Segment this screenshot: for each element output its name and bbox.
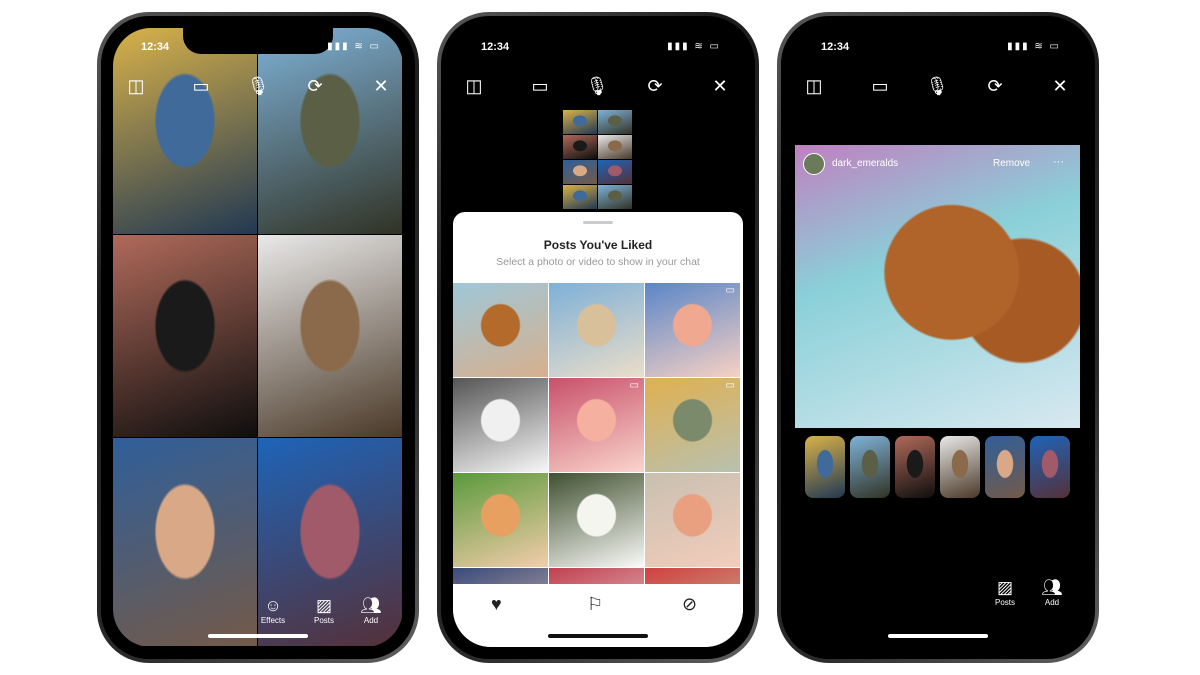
bookmark-icon[interactable]: ⚐ [587,594,603,615]
participant-video[interactable] [113,235,257,437]
phone-posts-picker: 12:34 ▮▮▮ ≋ ▭ ◫ ▭ 🎙︎ ⟳ ✕ Posts You've Li… [437,12,759,663]
layout-icon[interactable]: ◫ [461,73,487,99]
flip-camera-icon[interactable]: ⟳ [302,73,328,99]
video-icon: ▭ [629,380,639,391]
liked-post[interactable] [549,283,644,377]
video-icon[interactable]: ▭ [188,73,214,99]
phone-shared-post: 12:34 ▮▮▮ ≋ ▭ ◫ ▭ 🎙︎ ⟳ ✕ dark_emeralds R… [777,12,1099,663]
participant-thumbnail[interactable] [850,436,890,498]
participant-video[interactable] [563,185,597,209]
close-icon[interactable]: ✕ [368,73,394,99]
microphone-icon[interactable]: 🎙︎ [924,73,950,99]
home-indicator [208,634,308,638]
status-time: 12:34 [821,41,850,53]
phone-video-chat: 12:34 ▮▮▮ ≋ ▭ ◫ ▭ 🎙︎ ⟳ ✕ ☺ Effects ▨ Posts… [97,12,419,663]
participant-thumbnail[interactable] [895,436,935,498]
liked-post[interactable]: ▭ [645,283,740,377]
post-author-avatar [803,153,825,175]
liked-post[interactable] [453,283,548,377]
participant-video[interactable] [258,28,402,234]
liked-post[interactable] [453,473,548,567]
sheet-title: Posts You've Liked [543,238,653,252]
shared-post-image[interactable]: dark_emeralds Remove ··· [795,145,1080,428]
status-icons: ▮▮▮ ≋ ▭ [327,41,381,52]
participant-video[interactable] [563,160,597,184]
microphone-icon[interactable]: 🎙︎ [584,73,610,99]
compass-icon[interactable]: ⊘ [682,594,697,615]
participant-thumbnail[interactable] [1030,436,1070,498]
notch [523,28,673,54]
home-indicator [888,634,988,638]
add-button[interactable]: 👥︎ Add [349,596,393,625]
liked-post[interactable] [549,473,644,567]
video-icon: ▭ [725,380,735,391]
microphone-icon[interactable]: 🎙︎ [245,73,271,99]
participant-video[interactable] [563,110,597,134]
call-toolbar: ◫ ▭ 🎙︎ ⟳ ✕ [453,73,743,99]
posts-button[interactable]: ▨ Posts [302,596,346,625]
layout-icon[interactable]: ◫ [801,73,827,99]
notch [863,28,1013,54]
sheet-subtitle: Select a photo or video to show in your … [496,256,700,268]
liked-post[interactable] [453,378,548,472]
participant-video[interactable] [258,235,402,437]
image-icon: ▨ [315,596,333,615]
effects-button[interactable]: ☺ Effects [251,596,295,625]
video-icon[interactable]: ▭ [867,73,893,99]
participant-video[interactable] [113,438,257,646]
close-icon[interactable]: ✕ [1047,73,1073,99]
participant-video[interactable] [113,28,257,234]
call-toolbar: ◫ ▭ 🎙︎ ⟳ ✕ [793,73,1083,99]
post-username[interactable]: dark_emeralds [832,158,898,169]
flip-camera-icon[interactable]: ⟳ [982,73,1008,99]
video-icon: ▭ [725,285,735,296]
remove-button[interactable]: Remove [993,158,1030,169]
more-options-icon[interactable]: ··· [1053,156,1064,168]
sheet-handle[interactable] [583,221,613,224]
add-button[interactable]: 👥︎ Add [1030,578,1074,607]
status-time: 12:34 [141,41,170,53]
liked-post[interactable]: ▭ [645,378,740,472]
add-people-icon: 👥︎ [1041,578,1063,597]
status-icons: ▮▮▮ ≋ ▭ [667,41,721,52]
flip-camera-icon[interactable]: ⟳ [642,73,668,99]
participant-thumbnail[interactable] [985,436,1025,498]
participant-video[interactable] [598,135,632,159]
video-icon[interactable]: ▭ [527,73,553,99]
call-toolbar: ◫ ▭ 🎙︎ ⟳ ✕ [113,73,403,99]
participant-video[interactable] [598,110,632,134]
participant-thumbnail[interactable] [940,436,980,498]
heart-icon[interactable]: ♥ [491,594,502,615]
status-icons: ▮▮▮ ≋ ▭ [1007,41,1061,52]
posts-button[interactable]: ▨ Posts [983,578,1027,607]
participant-video[interactable] [598,160,632,184]
home-indicator [548,634,648,638]
participant-video[interactable] [563,135,597,159]
effects-icon: ☺ [264,596,282,615]
liked-post[interactable]: ▭ [549,378,644,472]
posts-sheet: Posts You've Liked Select a photo or vid… [453,212,743,647]
close-icon[interactable]: ✕ [707,73,733,99]
participant-thumbnail[interactable] [805,436,845,498]
notch [183,28,333,54]
layout-icon[interactable]: ◫ [123,73,149,99]
liked-post[interactable] [645,473,740,567]
add-people-icon: 👥︎ [360,596,382,615]
participant-video[interactable] [598,185,632,209]
status-time: 12:34 [481,41,510,53]
image-icon: ▨ [996,578,1014,597]
